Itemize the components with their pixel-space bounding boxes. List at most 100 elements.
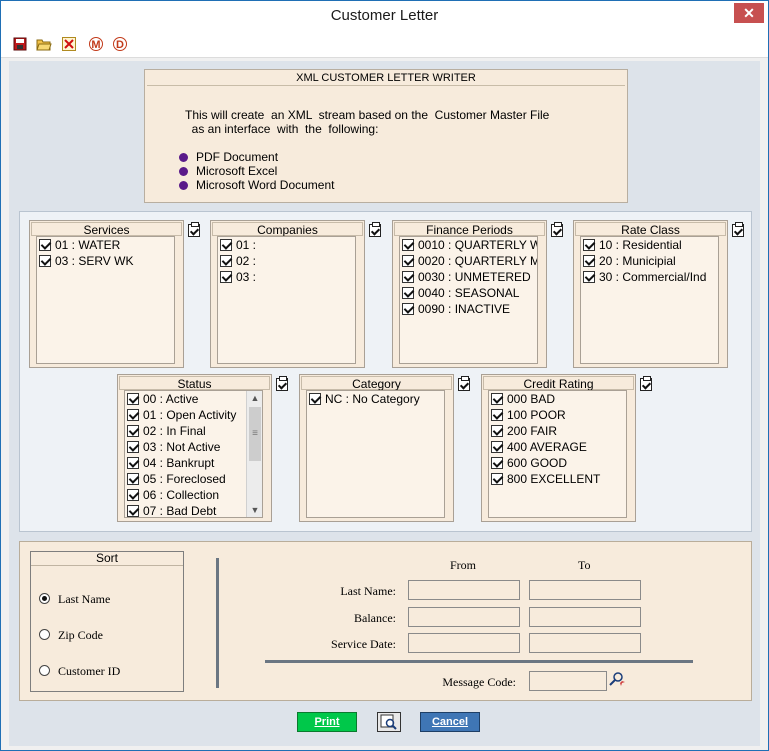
category-list[interactable]: NC : No Category (306, 390, 445, 518)
list-item[interactable]: 0040 : SEASONAL (400, 285, 537, 301)
checkbox-icon[interactable] (491, 473, 503, 485)
intro-line-2: as an interface with the following: (185, 122, 379, 136)
open-folder-icon[interactable] (36, 37, 52, 51)
checkbox-icon[interactable] (491, 441, 503, 453)
checkbox-icon[interactable] (220, 239, 232, 251)
list-item[interactable]: 01 : (218, 237, 355, 253)
close-button[interactable]: ✕ (734, 3, 764, 23)
scroll-thumb[interactable]: ≡ (249, 407, 261, 461)
last-name-from-field[interactable] (408, 580, 520, 600)
list-item[interactable]: 000 BAD (489, 391, 626, 407)
d-circle-icon[interactable]: D (113, 37, 127, 51)
checkbox-icon[interactable] (402, 239, 414, 251)
list-item[interactable]: 03 : SERV WK (37, 253, 174, 269)
message-code-field[interactable] (529, 671, 607, 691)
list-item[interactable]: 02 : In Final (125, 423, 262, 439)
credit-rating-list[interactable]: 000 BAD 100 POOR 200 FAIR 400 AVERAGE 60… (488, 390, 627, 518)
checkbox-icon[interactable] (402, 255, 414, 267)
list-item[interactable]: NC : No Category (307, 391, 444, 407)
status-list[interactable]: 00 : Active 01 : Open Activity 02 : In F… (124, 390, 263, 518)
save-icon[interactable] (13, 37, 27, 51)
sort-option-last-name[interactable]: Last Name (39, 592, 110, 607)
list-item[interactable]: 01 : Open Activity (125, 407, 262, 423)
m-circle-icon[interactable]: M (89, 37, 103, 51)
list-item[interactable]: 02 : (218, 253, 355, 269)
sort-option-zip-code[interactable]: Zip Code (39, 628, 103, 643)
radio-icon[interactable] (39, 665, 50, 676)
checkbox-icon[interactable] (583, 255, 595, 267)
companies-list[interactable]: 01 : 02 : 03 : (217, 236, 356, 364)
list-item[interactable]: 400 AVERAGE (489, 439, 626, 455)
list-item[interactable]: 200 FAIR (489, 423, 626, 439)
balance-to-field[interactable] (529, 607, 641, 627)
checkbox-icon[interactable] (39, 239, 51, 251)
list-item[interactable]: 01 : WATER (37, 237, 174, 253)
checkbox-icon[interactable] (491, 457, 503, 469)
last-name-to-field[interactable] (529, 580, 641, 600)
credit-rating-select-all-icon[interactable] (640, 376, 652, 391)
finance-periods-list[interactable]: 0010 : QUARTERLY W 0020 : QUARTERLY M 00… (399, 236, 538, 364)
list-item[interactable]: 30 : Commercial/Ind (581, 269, 718, 285)
checkbox-icon[interactable] (491, 393, 503, 405)
rate-class-list[interactable]: 10 : Residential 20 : Municipial 30 : Co… (580, 236, 719, 364)
rate-class-select-all-icon[interactable] (732, 222, 744, 237)
companies-select-all-icon[interactable] (369, 222, 381, 237)
delete-icon[interactable] (62, 37, 76, 51)
checkbox-icon[interactable] (127, 457, 139, 469)
radio-icon[interactable] (39, 629, 50, 640)
checkbox-icon[interactable] (583, 239, 595, 251)
status-select-all-icon[interactable] (276, 376, 288, 391)
list-item[interactable]: 20 : Municipial (581, 253, 718, 269)
list-item[interactable]: 05 : Foreclosed (125, 471, 262, 487)
checkbox-icon[interactable] (402, 271, 414, 283)
list-item[interactable]: 03 : (218, 269, 355, 285)
finance-periods-select-all-icon[interactable] (551, 222, 563, 237)
list-item[interactable]: 07 : Bad Debt (125, 503, 262, 517)
bullet-label: PDF Document (196, 150, 279, 164)
list-item[interactable]: 04 : Bankrupt (125, 455, 262, 471)
checkbox-icon[interactable] (127, 473, 139, 485)
checkbox-icon[interactable] (127, 393, 139, 405)
lookup-icon[interactable] (609, 671, 625, 692)
list-item[interactable]: 06 : Collection (125, 487, 262, 503)
checkbox-icon[interactable] (491, 409, 503, 421)
checkbox-icon[interactable] (491, 425, 503, 437)
scroll-down-icon[interactable]: ▼ (247, 503, 262, 517)
checkbox-icon[interactable] (402, 287, 414, 299)
list-item[interactable]: 100 POOR (489, 407, 626, 423)
services-select-all-icon[interactable] (188, 222, 200, 237)
service-date-to-field[interactable] (529, 633, 641, 653)
service-date-from-field[interactable] (408, 633, 520, 653)
balance-from-field[interactable] (408, 607, 520, 627)
checkbox-icon[interactable] (309, 393, 321, 405)
list-item[interactable]: 10 : Residential (581, 237, 718, 253)
scroll-up-icon[interactable]: ▲ (247, 391, 262, 405)
list-item[interactable]: 600 GOOD (489, 455, 626, 471)
checkbox-icon[interactable] (127, 489, 139, 501)
sort-option-customer-id[interactable]: Customer ID (39, 664, 120, 679)
list-item[interactable]: 03 : Not Active (125, 439, 262, 455)
checkbox-icon[interactable] (127, 505, 139, 517)
checkbox-icon[interactable] (127, 409, 139, 421)
cancel-button[interactable]: Cancel (420, 712, 480, 732)
print-preview-button[interactable] (377, 712, 401, 732)
services-list[interactable]: 01 : WATER 03 : SERV WK (36, 236, 175, 364)
list-item[interactable]: 800 EXCELLENT (489, 471, 626, 487)
checkbox-icon[interactable] (127, 425, 139, 437)
checkbox-icon[interactable] (402, 303, 414, 315)
checkbox-icon[interactable] (220, 255, 232, 267)
checkbox-icon[interactable] (127, 441, 139, 453)
customer-letter-window: Customer Letter ✕ M D XML CUSTOMER LETTE… (0, 0, 769, 751)
checkbox-icon[interactable] (220, 271, 232, 283)
status-scrollbar[interactable]: ▲ ≡ ▼ (246, 391, 262, 517)
list-item[interactable]: 0030 : UNMETERED (400, 269, 537, 285)
list-item[interactable]: 0090 : INACTIVE (400, 301, 537, 317)
list-item[interactable]: 00 : Active (125, 391, 262, 407)
list-item[interactable]: 0020 : QUARTERLY M (400, 253, 537, 269)
print-button[interactable]: Print (297, 712, 357, 732)
checkbox-icon[interactable] (583, 271, 595, 283)
radio-selected-icon[interactable] (39, 593, 50, 604)
category-select-all-icon[interactable] (458, 376, 470, 391)
checkbox-icon[interactable] (39, 255, 51, 267)
list-item[interactable]: 0010 : QUARTERLY W (400, 237, 537, 253)
